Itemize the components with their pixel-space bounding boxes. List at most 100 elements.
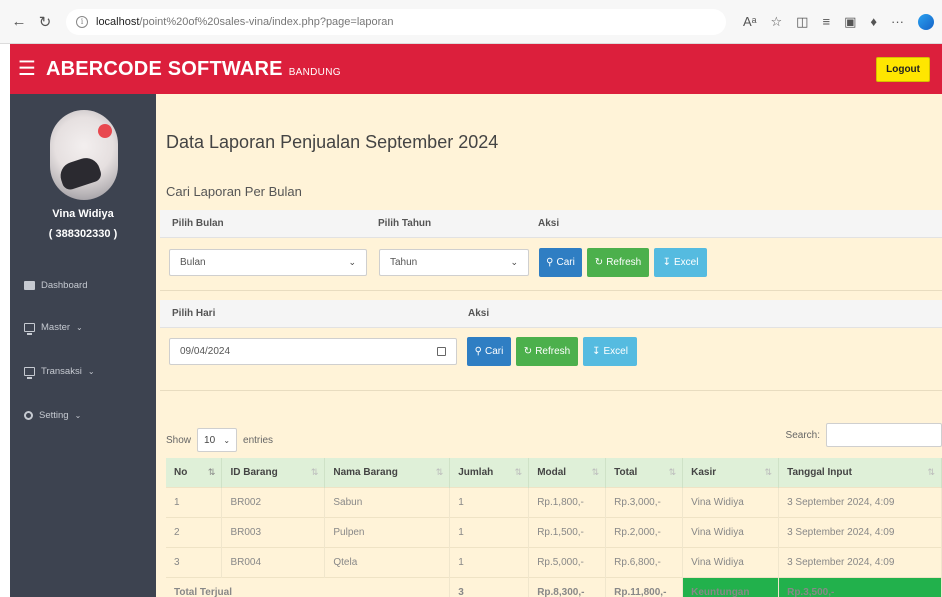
search-icon: ⚲	[474, 346, 482, 357]
column-header-tanggal-input[interactable]: Tanggal Input ⇅	[778, 458, 942, 487]
calendar-icon[interactable]	[437, 347, 446, 356]
back-arrow-icon[interactable]: ←	[8, 11, 30, 33]
user-name: Vina Widiya	[52, 208, 114, 220]
sidebar-item-transaksi[interactable]: Transaksi ⌄	[24, 366, 95, 379]
sort-icon: ⇅	[514, 467, 523, 477]
address-bar[interactable]: i localhost/point%20of%20sales-vina/inde…	[66, 8, 726, 35]
cell-total: Rp.2,000,-	[605, 516, 684, 547]
month-refresh-button[interactable]: ↻ Refresh	[587, 248, 649, 277]
chevron-down-icon: ⌄	[87, 367, 95, 376]
download-icon: ↧	[592, 346, 601, 357]
month-refresh-label: Refresh	[606, 257, 642, 268]
monitor-icon	[24, 367, 35, 379]
sort-icon: ⇅	[668, 467, 677, 477]
sidebar-item-label: Setting	[39, 410, 69, 421]
extensions-icon[interactable]: ♦	[870, 14, 877, 29]
day-refresh-button[interactable]: ↻ Refresh	[516, 337, 578, 366]
favorite-star-icon[interactable]: ☆	[771, 14, 783, 30]
cell-modal: Rp.1,800,-	[528, 486, 607, 517]
browser-toolbar: ← ↻ i localhost/point%20of%20sales-vina/…	[0, 0, 942, 44]
user-id: ( 388302330 )	[48, 228, 118, 240]
cell-no: 3	[166, 546, 223, 577]
column-header-no[interactable]: No ⇅	[166, 458, 223, 487]
sidebar: Vina Widiya ( 388302330 ) Dashboard Mast…	[10, 94, 156, 597]
sort-icon: ⇅	[591, 467, 600, 477]
info-icon[interactable]: i	[76, 15, 88, 28]
logout-button[interactable]: Logout	[876, 56, 930, 82]
sidebar-item-dashboard[interactable]: Dashboard	[24, 280, 87, 291]
day-excel-button[interactable]: ↧ Excel	[583, 337, 637, 366]
page-title: Data Laporan Penjualan September 2024	[166, 132, 499, 152]
day-filter-header: Pilih Hari Aksi	[160, 300, 942, 328]
sort-icon: ⇅	[927, 467, 935, 477]
table-row: 1 BR002 Sabun 1 Rp.1,800,- Rp.3,000,- Vi…	[166, 486, 942, 517]
column-header-kasir[interactable]: Kasir ⇅	[682, 458, 780, 487]
month-action-label: Aksi	[538, 218, 560, 229]
favorites-list-icon[interactable]: ≡	[822, 14, 830, 29]
column-header-modal[interactable]: Modal ⇅	[528, 458, 607, 487]
month-excel-label: Excel	[673, 257, 699, 268]
cell-id-barang: BR004	[221, 546, 326, 577]
sidebar-item-setting[interactable]: Setting ⌄	[24, 410, 81, 421]
show-entries: Show 10 ⌄ entries	[166, 428, 273, 452]
total-row: Total Terjual 3 Rp.8,300,- Rp.11,800,- K…	[166, 576, 942, 597]
day-excel-label: Excel	[603, 346, 628, 357]
sidebar-item-master[interactable]: Master ⌄	[24, 322, 83, 335]
url-path: /point%20of%20sales-vina/index.php?page=…	[139, 15, 394, 28]
monitor-icon	[24, 323, 35, 335]
chevron-down-icon: ⌄	[223, 435, 231, 445]
cell-no: 1	[166, 486, 223, 517]
hamburger-menu-icon[interactable]: ☰	[18, 59, 36, 79]
month-filter-header: Pilih Bulan Pilih Tahun Aksi	[160, 210, 942, 238]
month-select[interactable]: Bulan ⌄	[169, 249, 367, 276]
refresh-icon: ↻	[594, 257, 604, 268]
read-aloud-icon[interactable]: Aᵃ	[743, 14, 757, 29]
year-label: Pilih Tahun	[378, 218, 432, 229]
url-host: localhost	[96, 15, 140, 28]
month-search-label: Cari	[556, 257, 575, 268]
entries-label: entries	[243, 434, 274, 446]
day-refresh-label: Refresh	[535, 346, 571, 357]
cell-nama-barang: Qtela	[324, 546, 451, 577]
total-total: Rp.11,800,-	[605, 576, 684, 597]
month-excel-button[interactable]: ↧ Excel	[654, 248, 707, 277]
cell-tanggal-input: 3 September 2024, 4:09	[778, 546, 942, 577]
search-icon: ⚲	[546, 257, 554, 268]
section-subtitle: Cari Laporan Per Bulan	[166, 184, 302, 199]
search-input[interactable]	[826, 423, 942, 447]
column-header-total[interactable]: Total ⇅	[605, 458, 684, 487]
month-label: Pilih Bulan	[172, 218, 224, 229]
total-jumlah: 3	[449, 576, 530, 597]
table-row: 2 BR003 Pulpen 1 Rp.1,500,- Rp.2,000,- V…	[166, 516, 942, 547]
month-select-value: Bulan	[180, 257, 206, 268]
year-select-value: Tahun	[390, 257, 418, 268]
browser-actions: Aᵃ ☆ ◫ ≡ ▣ ♦ ···	[743, 13, 934, 30]
month-search-button[interactable]: ⚲ Cari	[539, 248, 582, 277]
cell-no: 2	[166, 516, 223, 547]
cell-modal: Rp.1,500,-	[528, 516, 607, 547]
collections-icon[interactable]: ▣	[844, 14, 856, 30]
date-input[interactable]: 09/04/2024	[169, 338, 457, 365]
column-header-nama-barang[interactable]: Nama Barang ⇅	[324, 458, 451, 487]
column-header-jumlah[interactable]: Jumlah ⇅	[449, 458, 530, 487]
day-search-button[interactable]: ⚲ Cari	[467, 337, 511, 366]
table-search: Search:	[786, 423, 942, 447]
total-modal: Rp.8,300,-	[528, 576, 607, 597]
copilot-icon[interactable]	[918, 13, 934, 30]
avatar-bow	[98, 124, 112, 138]
reload-icon[interactable]: ↻	[34, 11, 56, 33]
sidebar-item-label: Transaksi	[41, 366, 82, 377]
entries-select[interactable]: 10 ⌄	[197, 428, 238, 452]
more-options-icon[interactable]: ···	[891, 14, 904, 29]
avatar	[50, 110, 118, 200]
split-screen-icon[interactable]: ◫	[796, 14, 808, 30]
day-search-label: Cari	[484, 346, 504, 357]
cell-kasir: Vina Widiya	[682, 516, 780, 547]
sidebar-item-label: Master	[41, 322, 71, 333]
cell-nama-barang: Sabun	[324, 486, 451, 517]
column-header-id-barang[interactable]: ID Barang ⇅	[221, 458, 326, 487]
sort-icon: ⇅	[764, 467, 773, 477]
sort-icon: ⇅	[207, 467, 216, 477]
day-label: Pilih Hari	[172, 308, 216, 319]
year-select[interactable]: Tahun ⌄	[379, 249, 529, 276]
